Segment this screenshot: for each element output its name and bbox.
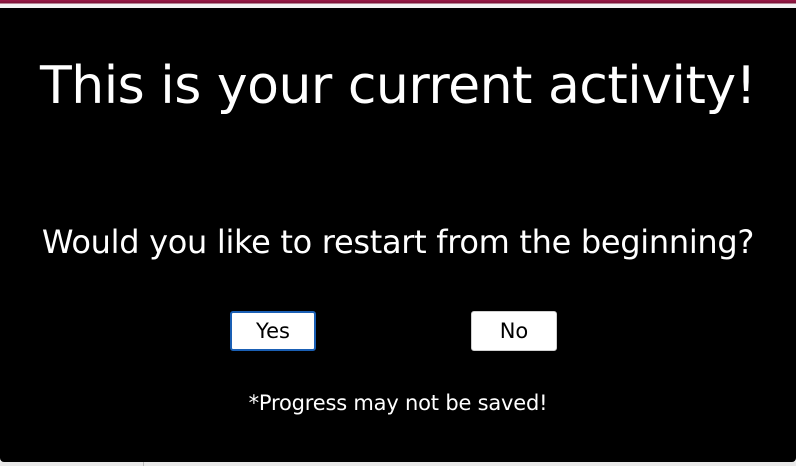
window-bottom-edge — [0, 462, 796, 466]
yes-button[interactable]: Yes — [230, 311, 316, 351]
dialog-title: This is your current activity! — [40, 56, 756, 116]
restart-question: Would you like to restart from the begin… — [41, 223, 755, 261]
restart-dialog: This is your current activity! Would you… — [0, 8, 796, 462]
bottom-divider — [143, 462, 144, 466]
progress-warning: *Progress may not be saved! — [248, 391, 548, 415]
window-top-accent — [0, 0, 796, 8]
no-button[interactable]: No — [471, 311, 557, 351]
